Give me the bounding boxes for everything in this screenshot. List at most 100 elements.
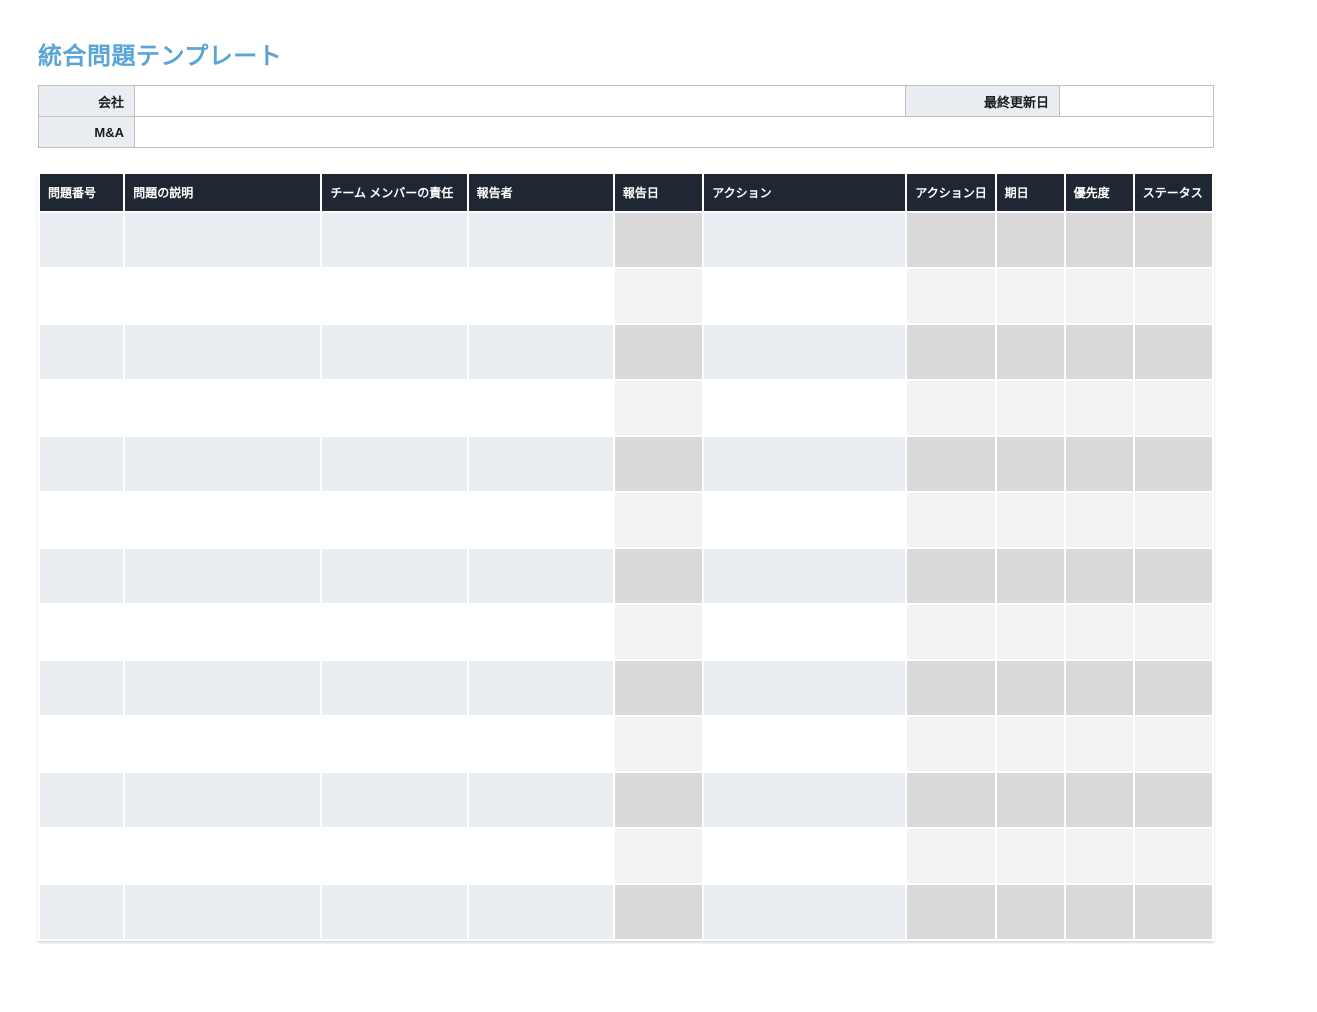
cell-duedate[interactable]: [997, 381, 1064, 435]
cell-action[interactable]: [704, 661, 905, 715]
cell-no[interactable]: [40, 269, 123, 323]
cell-desc[interactable]: [125, 437, 320, 491]
cell-desc[interactable]: [125, 549, 320, 603]
cell-reporter[interactable]: [469, 773, 613, 827]
cell-no[interactable]: [40, 437, 123, 491]
cell-action[interactable]: [704, 213, 905, 267]
cell-action[interactable]: [704, 829, 905, 883]
cell-actdate[interactable]: [907, 437, 994, 491]
cell-reporter[interactable]: [469, 269, 613, 323]
cell-reporter[interactable]: [469, 493, 613, 547]
cell-actdate[interactable]: [907, 269, 994, 323]
cell-action[interactable]: [704, 605, 905, 659]
cell-reporter[interactable]: [469, 325, 613, 379]
cell-action[interactable]: [704, 493, 905, 547]
cell-no[interactable]: [40, 773, 123, 827]
cell-priority[interactable]: [1066, 549, 1133, 603]
cell-actdate[interactable]: [907, 605, 994, 659]
cell-actdate[interactable]: [907, 549, 994, 603]
cell-repdate[interactable]: [615, 773, 702, 827]
cell-reporter[interactable]: [469, 213, 613, 267]
cell-status[interactable]: [1135, 829, 1212, 883]
cell-priority[interactable]: [1066, 493, 1133, 547]
cell-priority[interactable]: [1066, 717, 1133, 771]
cell-repdate[interactable]: [615, 549, 702, 603]
cell-reporter[interactable]: [469, 605, 613, 659]
cell-status[interactable]: [1135, 269, 1212, 323]
cell-priority[interactable]: [1066, 381, 1133, 435]
cell-desc[interactable]: [125, 381, 320, 435]
cell-repdate[interactable]: [615, 829, 702, 883]
cell-status[interactable]: [1135, 661, 1212, 715]
cell-repdate[interactable]: [615, 885, 702, 939]
cell-desc[interactable]: [125, 269, 320, 323]
cell-actdate[interactable]: [907, 717, 994, 771]
cell-team[interactable]: [322, 829, 466, 883]
cell-duedate[interactable]: [997, 493, 1064, 547]
cell-desc[interactable]: [125, 493, 320, 547]
cell-reporter[interactable]: [469, 717, 613, 771]
cell-no[interactable]: [40, 661, 123, 715]
cell-priority[interactable]: [1066, 773, 1133, 827]
cell-status[interactable]: [1135, 885, 1212, 939]
cell-team[interactable]: [322, 325, 466, 379]
cell-duedate[interactable]: [997, 325, 1064, 379]
cell-priority[interactable]: [1066, 213, 1133, 267]
cell-status[interactable]: [1135, 381, 1212, 435]
cell-actdate[interactable]: [907, 829, 994, 883]
cell-action[interactable]: [704, 717, 905, 771]
cell-duedate[interactable]: [997, 661, 1064, 715]
cell-duedate[interactable]: [997, 829, 1064, 883]
cell-team[interactable]: [322, 269, 466, 323]
cell-duedate[interactable]: [997, 605, 1064, 659]
cell-desc[interactable]: [125, 325, 320, 379]
cell-team[interactable]: [322, 773, 466, 827]
cell-action[interactable]: [704, 549, 905, 603]
cell-team[interactable]: [322, 661, 466, 715]
cell-desc[interactable]: [125, 605, 320, 659]
cell-status[interactable]: [1135, 773, 1212, 827]
cell-actdate[interactable]: [907, 661, 994, 715]
cell-priority[interactable]: [1066, 605, 1133, 659]
cell-no[interactable]: [40, 829, 123, 883]
cell-repdate[interactable]: [615, 661, 702, 715]
cell-status[interactable]: [1135, 437, 1212, 491]
cell-repdate[interactable]: [615, 717, 702, 771]
cell-team[interactable]: [322, 885, 466, 939]
cell-repdate[interactable]: [615, 213, 702, 267]
cell-desc[interactable]: [125, 661, 320, 715]
info-value-company[interactable]: [135, 86, 906, 117]
cell-no[interactable]: [40, 493, 123, 547]
cell-team[interactable]: [322, 493, 466, 547]
cell-actdate[interactable]: [907, 381, 994, 435]
cell-reporter[interactable]: [469, 549, 613, 603]
cell-reporter[interactable]: [469, 829, 613, 883]
cell-team[interactable]: [322, 381, 466, 435]
cell-action[interactable]: [704, 773, 905, 827]
cell-desc[interactable]: [125, 213, 320, 267]
cell-priority[interactable]: [1066, 829, 1133, 883]
cell-no[interactable]: [40, 325, 123, 379]
cell-team[interactable]: [322, 213, 466, 267]
cell-actdate[interactable]: [907, 493, 994, 547]
cell-desc[interactable]: [125, 717, 320, 771]
cell-repdate[interactable]: [615, 325, 702, 379]
cell-status[interactable]: [1135, 549, 1212, 603]
cell-desc[interactable]: [125, 773, 320, 827]
cell-duedate[interactable]: [997, 213, 1064, 267]
cell-duedate[interactable]: [997, 885, 1064, 939]
cell-actdate[interactable]: [907, 213, 994, 267]
cell-priority[interactable]: [1066, 661, 1133, 715]
cell-repdate[interactable]: [615, 269, 702, 323]
cell-team[interactable]: [322, 549, 466, 603]
cell-team[interactable]: [322, 437, 466, 491]
cell-status[interactable]: [1135, 213, 1212, 267]
cell-reporter[interactable]: [469, 437, 613, 491]
cell-status[interactable]: [1135, 717, 1212, 771]
cell-repdate[interactable]: [615, 493, 702, 547]
cell-priority[interactable]: [1066, 325, 1133, 379]
cell-no[interactable]: [40, 381, 123, 435]
cell-actdate[interactable]: [907, 773, 994, 827]
cell-duedate[interactable]: [997, 437, 1064, 491]
cell-team[interactable]: [322, 717, 466, 771]
